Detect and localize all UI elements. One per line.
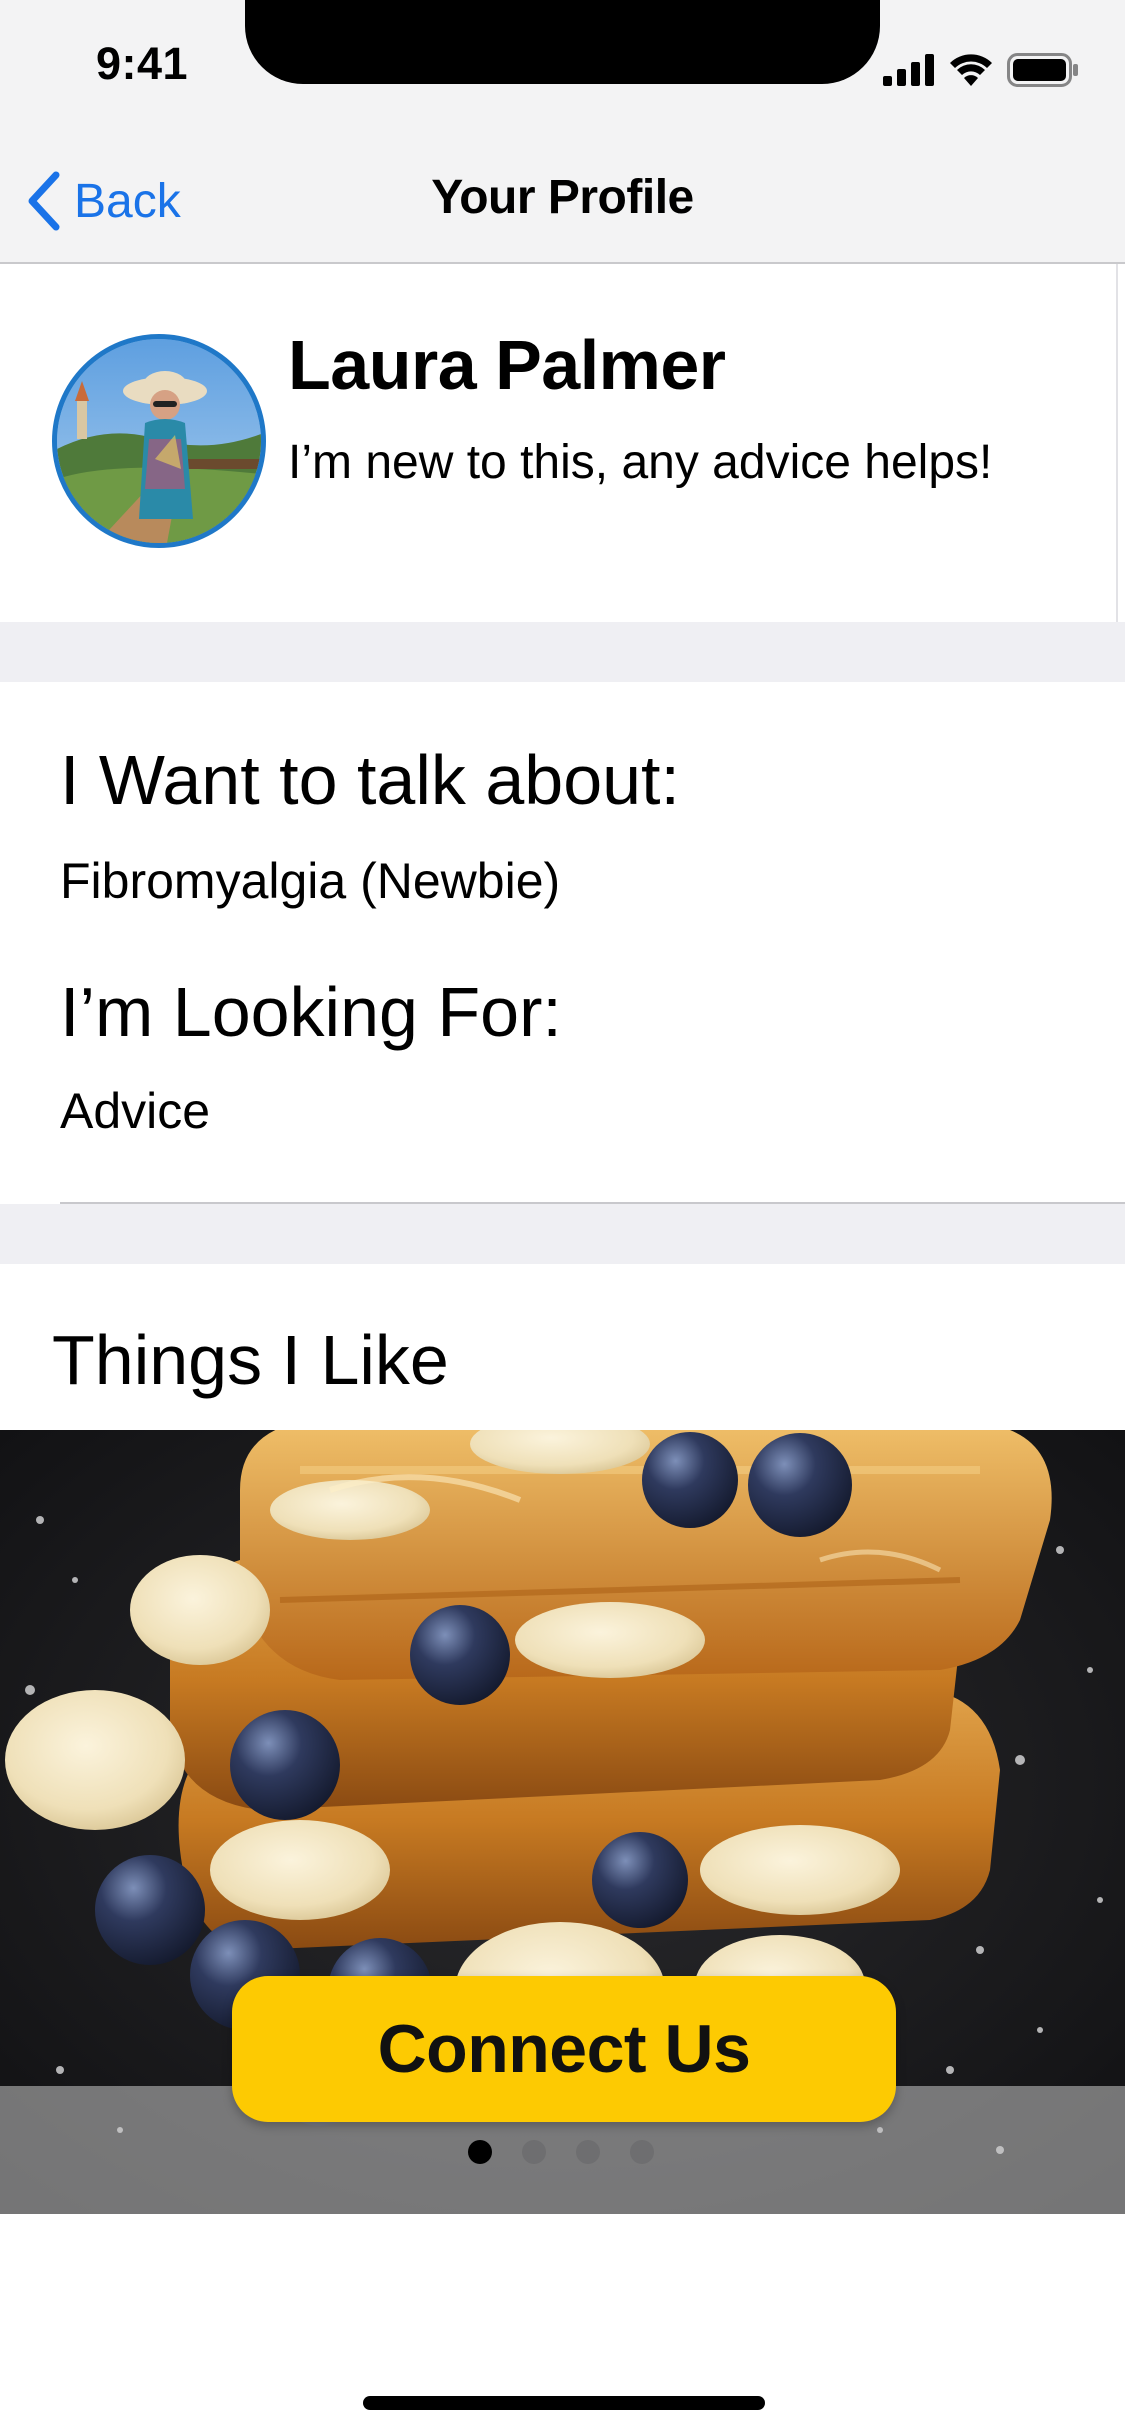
likes-title: Things I Like	[52, 1321, 449, 1399]
avatar[interactable]	[52, 334, 266, 548]
carousel-dot-1[interactable]	[468, 2140, 492, 2164]
carousel-dot-2[interactable]	[522, 2140, 546, 2164]
talk-about-heading: I Want to talk about:	[60, 741, 680, 819]
looking-for-heading: I’m Looking For:	[60, 973, 562, 1051]
connect-us-button[interactable]: Connect Us	[232, 1976, 896, 2122]
looking-for-value: Advice	[60, 1083, 211, 1139]
section-separator	[0, 1204, 1125, 1264]
profile-bio: I’m new to this, any advice helps!	[288, 436, 993, 489]
carousel-dot-4[interactable]	[630, 2140, 654, 2164]
status-icons	[883, 50, 1079, 90]
section-separator	[0, 622, 1125, 682]
page-title: Your Profile	[431, 171, 694, 224]
wifi-icon	[950, 54, 992, 86]
home-indicator[interactable]	[363, 2396, 765, 2410]
carousel-dot-3[interactable]	[576, 2140, 600, 2164]
signal-icon	[883, 54, 934, 86]
battery-icon	[1007, 53, 1078, 87]
profile-name: Laura Palmer	[288, 326, 726, 404]
device-notch	[245, 0, 880, 84]
status-time: 9:41	[96, 38, 189, 89]
talk-about-value: Fibromyalgia (Newbie)	[60, 853, 561, 909]
carousel-page-indicator	[468, 2140, 654, 2164]
avatar-photo	[57, 339, 261, 543]
